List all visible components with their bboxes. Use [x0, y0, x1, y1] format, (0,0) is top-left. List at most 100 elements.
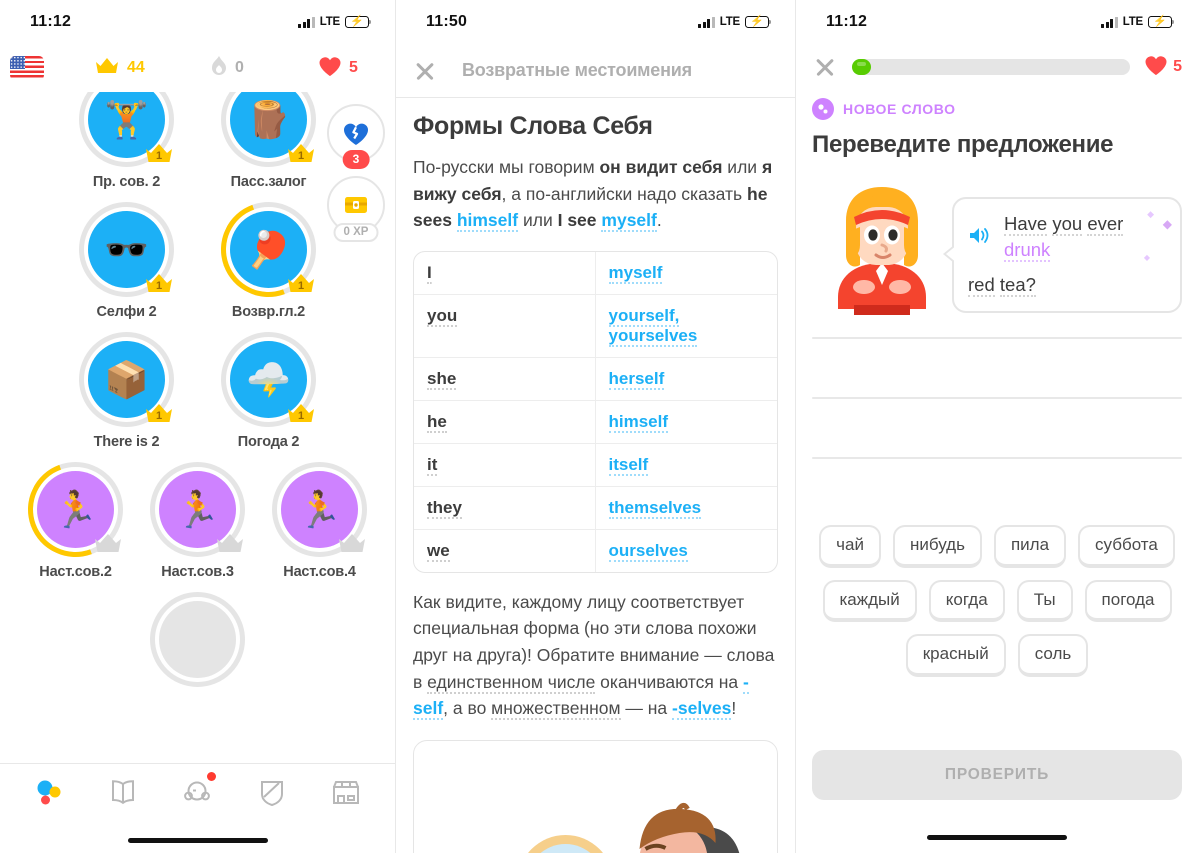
nav-profile-badge-dot [207, 772, 217, 781]
skill-node[interactable]: 🌩️ 1 Погода 2 [210, 332, 328, 450]
word-have[interactable]: Have [1004, 213, 1048, 236]
hearts-counter[interactable]: 5 [318, 55, 358, 82]
tips-header: Возвратные местоимения [396, 44, 795, 98]
network-label: LTE [1122, 16, 1143, 28]
broken-heart-button[interactable]: 3 [327, 104, 385, 169]
skill-node[interactable]: 🪵 1 Пасс.залог [210, 92, 328, 190]
answer-area[interactable] [796, 315, 1198, 459]
pronoun-cell: they [427, 497, 462, 519]
p1-part-h: или [518, 210, 558, 231]
skill-node[interactable]: 🏓 1 Возвр.гл.2 [205, 186, 332, 320]
nav-learn[interactable] [24, 772, 74, 812]
answer-line[interactable] [812, 337, 1182, 339]
word-red[interactable]: red [968, 273, 995, 297]
home-indicator [927, 835, 1067, 840]
mirror-illustration [527, 802, 740, 853]
word-tile[interactable]: соль [1017, 634, 1089, 677]
skill-icon-locked [159, 601, 236, 678]
reflexive-cell: herself [608, 368, 665, 390]
network-label: LTE [319, 16, 340, 28]
p2-part-e: , а во [443, 698, 492, 719]
skill-node[interactable]: 🏃 Наст.сов.3 [139, 462, 257, 580]
lesson-progress-bar [852, 59, 1131, 75]
nav-profile[interactable] [172, 772, 222, 812]
status-indicators: LTE ⚡ [1101, 16, 1175, 28]
skill-tree[interactable]: 3 0 XP 🏋️ 1 Пр. сов. 2 🪵 1 Пасс.залог 🕶️… [0, 92, 395, 806]
crown-level-badge: 1 [144, 272, 174, 294]
table-row: you yourself, yourselves [414, 294, 777, 358]
tips-body[interactable]: Формы Слова Себя По-русски мы говорим он… [396, 98, 795, 853]
duo-character-lily [812, 175, 952, 315]
bottom-nav [0, 763, 395, 853]
face-icon [184, 781, 211, 801]
word-tile[interactable]: погода [1084, 579, 1172, 623]
tips-paragraph-1: По-русски мы говорим он видит себя или я… [413, 154, 778, 234]
crown-count: 44 [127, 59, 145, 76]
p2-selves: -selves [672, 698, 732, 721]
hearts-counter[interactable]: 5 [1144, 54, 1182, 81]
crown-counter[interactable]: 44 [94, 56, 210, 80]
word-you[interactable]: you [1052, 213, 1083, 236]
skill-node[interactable]: 🕶️ 1 Селфи 2 [68, 202, 186, 320]
pronoun-table: I myself you yourself, yourselves she he… [413, 250, 778, 573]
p2-part-i: ! [731, 698, 737, 719]
tips-paragraph-2: Как видите, каждому лицу соответствует с… [413, 589, 778, 722]
answer-line[interactable] [812, 457, 1182, 459]
home-indicator [127, 838, 268, 843]
reflexive-cell: ourselves [608, 540, 688, 562]
skill-node[interactable]: 📦 1 There is 2 [68, 332, 186, 450]
crown-level-badge: 1 [286, 142, 316, 164]
skill-node[interactable]: 🏋️ 1 Пр. сов. 2 [68, 92, 186, 190]
close-icon[interactable] [412, 58, 438, 84]
word-tea[interactable]: tea? [999, 273, 1036, 297]
battery-charging-icon: ⚡ [345, 16, 372, 28]
skill-row: 📦 1 There is 2 🌩️ 1 Погода 2 [0, 332, 395, 450]
reflexive-cell: himself [608, 411, 669, 433]
nav-leaderboard[interactable] [247, 772, 297, 812]
answer-line[interactable] [812, 397, 1182, 399]
word-tile[interactable]: Ты [1016, 579, 1073, 623]
close-icon[interactable] [812, 54, 838, 80]
new-word-badge: НОВОЕ СЛОВО [796, 90, 1198, 120]
status-time: 11:50 [426, 13, 468, 30]
pronoun-cell: we [427, 540, 450, 562]
battery-charging-icon: ⚡ [745, 16, 772, 28]
skill-node[interactable]: 🏃 Наст.сов.2 [12, 446, 139, 580]
table-row: he himself [414, 400, 777, 444]
sparkle-icon: ◆ [1147, 209, 1154, 219]
language-flag-button[interactable] [10, 56, 94, 80]
streak-counter[interactable]: 0 [210, 55, 318, 82]
skill-node[interactable]: 🏃 Наст.сов.4 [261, 462, 379, 580]
nav-stories[interactable] [98, 772, 148, 812]
skill-label: Погода 2 [237, 434, 300, 450]
sentence-bubble[interactable]: ◆ ◆ ◆ Have you ever drunk red tea? [943, 197, 1182, 313]
word-tile[interactable]: суббота [1078, 525, 1175, 568]
reflexive-cell: themselves [608, 497, 702, 519]
p1-part-e: , а по-английски надо сказать [501, 183, 747, 204]
nav-shop[interactable] [321, 772, 371, 812]
speaker-icon[interactable] [968, 226, 990, 249]
p2-part-g: — на [620, 698, 673, 719]
phone-screen-tips: 11:50 LTE ⚡ Возвратные местоимения Формы… [396, 0, 796, 853]
word-ever[interactable]: ever [1087, 213, 1124, 236]
word-tile[interactable]: пила [993, 525, 1067, 568]
word-tile[interactable]: чай [819, 525, 881, 568]
word-tile[interactable]: когда [928, 579, 1005, 623]
check-button[interactable]: ПРОВЕРИТЬ [812, 750, 1182, 800]
treasure-chest-button[interactable]: 0 XP [327, 176, 385, 242]
question-title: Переведите предложение [812, 131, 1114, 158]
table-row: I myself [414, 251, 777, 295]
heart-count: 5 [1173, 58, 1182, 75]
word-drunk[interactable]: drunk [1004, 239, 1051, 263]
word-tile[interactable]: каждый [822, 579, 917, 623]
signal-bars-icon [298, 16, 315, 28]
prompt-sentence: Have you ever drunk [1004, 211, 1166, 264]
tree-header: 44 0 5 [0, 44, 395, 92]
word-tile[interactable]: красный [905, 634, 1006, 677]
skill-label: Пр. сов. 2 [92, 174, 161, 190]
crown-level-badge [215, 532, 245, 554]
us-flag-icon [10, 56, 44, 80]
word-tile[interactable]: нибудь [892, 525, 982, 568]
streak-count: 0 [235, 59, 244, 76]
skill-node-locked[interactable] [139, 592, 257, 687]
